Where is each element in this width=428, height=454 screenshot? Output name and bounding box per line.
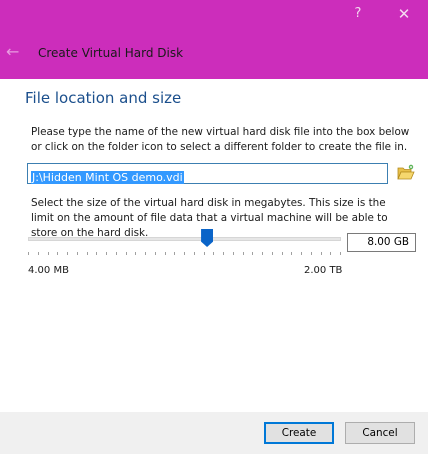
- slider-tick: [204, 252, 205, 255]
- choose-folder-button[interactable]: [396, 163, 416, 183]
- slider-tick: [155, 252, 156, 255]
- slider-thumb[interactable]: [201, 229, 214, 247]
- help-button[interactable]: ?: [348, 4, 368, 24]
- slider-tick: [38, 252, 39, 255]
- slider-tick: [252, 252, 253, 255]
- slider-tick: [126, 252, 127, 255]
- slider-tick: [48, 252, 49, 255]
- slider-track: [28, 237, 341, 241]
- close-button[interactable]: ✕: [394, 4, 414, 24]
- slider-tick: [301, 252, 302, 255]
- slider-tick: [272, 252, 273, 255]
- slider-tick: [28, 252, 29, 255]
- slider-tick: [330, 252, 331, 255]
- slider-tick: [106, 252, 107, 255]
- size-slider[interactable]: [28, 228, 341, 256]
- slider-tick: [291, 252, 292, 255]
- create-button[interactable]: Create: [264, 422, 334, 444]
- slider-tick: [282, 252, 283, 255]
- slider-tick: [262, 252, 263, 255]
- size-max-label: 2.00 TB: [304, 265, 343, 276]
- size-min-label: 4.00 MB: [28, 265, 69, 276]
- slider-tick: [223, 252, 224, 255]
- folder-open-icon: [397, 164, 415, 180]
- slider-tick: [311, 252, 312, 255]
- file-path-value: J:\Hidden Mint OS demo.vdi: [31, 171, 184, 184]
- slider-tick: [194, 252, 195, 255]
- slider-tick: [340, 252, 341, 255]
- dialog-titlebar: ? ✕ ← Create Virtual Hard Disk: [0, 0, 428, 79]
- slider-ticks: [28, 252, 341, 256]
- cancel-button[interactable]: Cancel: [345, 422, 415, 444]
- file-path-input[interactable]: J:\Hidden Mint OS demo.vdi: [27, 163, 388, 184]
- slider-tick: [165, 252, 166, 255]
- slider-tick: [233, 252, 234, 255]
- dialog-title: Create Virtual Hard Disk: [38, 46, 184, 60]
- slider-tick: [174, 252, 175, 255]
- back-arrow-icon[interactable]: ←: [6, 42, 19, 62]
- slider-tick: [243, 252, 244, 255]
- slider-tick: [145, 252, 146, 255]
- slider-tick: [213, 252, 214, 255]
- slider-tick: [57, 252, 58, 255]
- slider-tick: [77, 252, 78, 255]
- slider-tick: [116, 252, 117, 255]
- slider-tick: [184, 252, 185, 255]
- slider-tick: [135, 252, 136, 255]
- slider-tick: [87, 252, 88, 255]
- size-input[interactable]: 8.00 GB: [347, 233, 416, 252]
- slider-tick: [96, 252, 97, 255]
- dialog-footer: Create Cancel: [0, 412, 428, 454]
- file-location-description: Please type the name of the new virtual …: [31, 126, 410, 153]
- section-title: File location and size: [25, 89, 182, 107]
- slider-tick: [321, 252, 322, 255]
- slider-tick: [67, 252, 68, 255]
